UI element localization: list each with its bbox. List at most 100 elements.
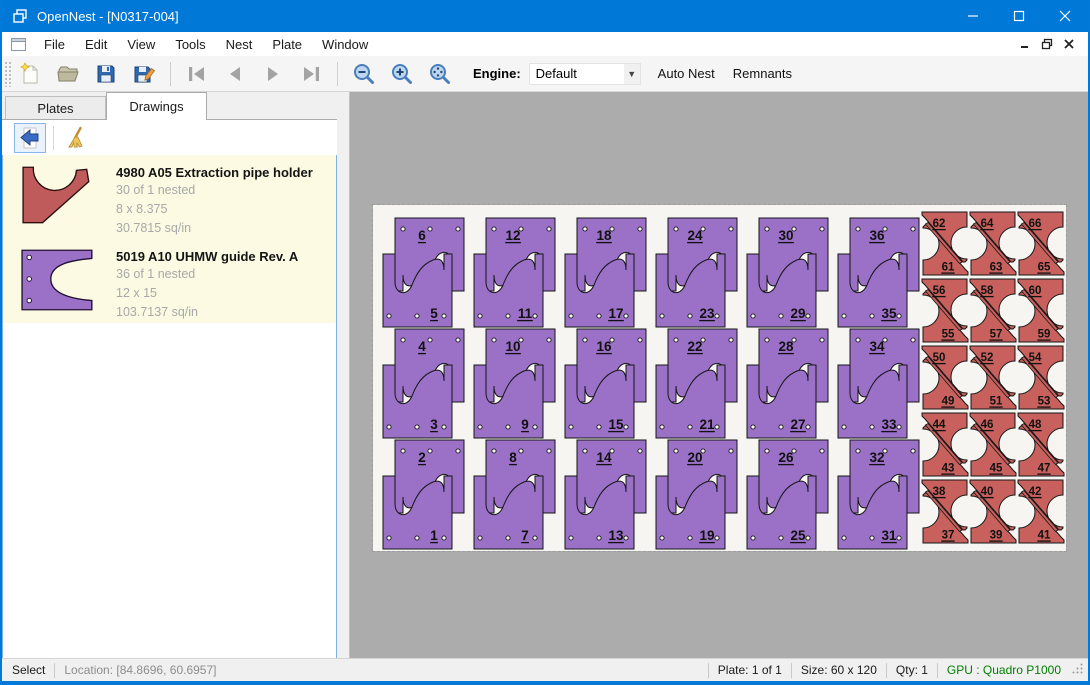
- tab-drawings[interactable]: Drawings: [106, 92, 207, 120]
- svg-text:12: 12: [505, 228, 520, 243]
- nest-part-pair-red[interactable]: 4039: [970, 480, 1016, 543]
- document-icon[interactable]: [11, 38, 26, 51]
- nest-part-pair-red[interactable]: 6261: [922, 212, 968, 275]
- nest-part-pair-red[interactable]: 4241: [1018, 480, 1064, 543]
- svg-text:22: 22: [687, 339, 702, 354]
- menu-edit[interactable]: Edit: [75, 35, 117, 54]
- nest-part-pair-red[interactable]: 5453: [1018, 346, 1064, 409]
- nest-part-pair-purple[interactable]: 1413: [565, 440, 646, 549]
- nest-part-pair-red[interactable]: 6463: [970, 212, 1016, 275]
- plate[interactable]: 654321 121110987 181716151413 242322212019 3…: [373, 205, 1066, 551]
- broom-icon: [65, 126, 89, 150]
- save-as-icon: [132, 62, 156, 86]
- nest-part-pair-red[interactable]: 5655: [922, 279, 968, 342]
- nest-part-pair-red[interactable]: 4443: [922, 413, 968, 476]
- remnants-button[interactable]: Remnants: [724, 62, 801, 85]
- drawing-item-uhmw-guide[interactable]: 5019 A10 UHMW guide Rev. A 36 of 1 neste…: [3, 239, 336, 323]
- tab-plates[interactable]: Plates: [5, 96, 106, 120]
- close-button[interactable]: [1042, 0, 1088, 32]
- drawing-nested-count: 30 of 1 nested: [116, 181, 313, 200]
- toolbar-grip[interactable]: [4, 61, 11, 87]
- status-separator: [708, 663, 709, 678]
- resize-grip[interactable]: [1071, 662, 1084, 678]
- engine-value: Default: [536, 66, 577, 81]
- menu-plate[interactable]: Plate: [262, 35, 312, 54]
- nest-part-pair-red[interactable]: 3837: [922, 480, 968, 543]
- nest-part-pair-purple[interactable]: 1615: [565, 329, 646, 438]
- svg-text:66: 66: [1029, 218, 1042, 230]
- next-plate-button[interactable]: [254, 59, 292, 89]
- zoom-out-button[interactable]: [345, 59, 383, 89]
- nest-part-pair-red[interactable]: 46 45: [970, 413, 1016, 476]
- svg-text:46: 46: [981, 419, 994, 431]
- svg-text:29: 29: [790, 306, 805, 321]
- first-plate-button[interactable]: [178, 59, 216, 89]
- mdi-restore-button[interactable]: [1036, 34, 1058, 54]
- nest-part-pair-red[interactable]: 5049: [922, 346, 968, 409]
- maximize-button[interactable]: [996, 0, 1042, 32]
- nest-part-pair-purple[interactable]: 3029: [747, 218, 828, 327]
- new-button[interactable]: [11, 59, 49, 89]
- svg-text:28: 28: [778, 339, 794, 354]
- save-button[interactable]: [87, 59, 125, 89]
- nest-part-pair-purple[interactable]: 1211: [474, 218, 555, 327]
- nest-part-pair-purple[interactable]: 3231: [838, 440, 919, 549]
- status-bar: Select Location: [84.8696, 60.6957] Plat…: [2, 658, 1088, 681]
- nest-part-pair-red[interactable]: 6059: [1018, 279, 1064, 342]
- svg-text:20: 20: [687, 450, 702, 465]
- mdi-minimize-button[interactable]: [1014, 34, 1036, 54]
- import-arrow-icon: [18, 126, 42, 150]
- minimize-button[interactable]: [950, 0, 996, 32]
- last-plate-button[interactable]: [292, 59, 330, 89]
- nest-part-pair-purple[interactable]: 87: [474, 440, 555, 549]
- svg-text:23: 23: [699, 306, 715, 321]
- nest-part-pair-red[interactable]: 5857: [970, 279, 1016, 342]
- nest-part-pair-purple[interactable]: 1817: [565, 218, 646, 327]
- nest-part-pair-purple[interactable]: 21: [383, 440, 464, 549]
- nest-part-pair-red[interactable]: 5251: [970, 346, 1016, 409]
- nest-part-pair-purple[interactable]: 109: [474, 329, 555, 438]
- title-bar: OpenNest - [N0317-004]: [2, 0, 1088, 32]
- drawing-area: 103.7137 sq/in: [116, 303, 298, 322]
- save-as-button[interactable]: [125, 59, 163, 89]
- import-drawing-button[interactable]: [14, 123, 46, 153]
- drawing-item-extraction-pipe-holder[interactable]: 4980 A05 Extraction pipe holder 30 of 1 …: [3, 155, 336, 239]
- nest-part-pair-purple[interactable]: 2221: [656, 329, 737, 438]
- menu-window[interactable]: Window: [312, 35, 378, 54]
- auto-nest-button[interactable]: Auto Nest: [649, 62, 724, 85]
- menu-nest[interactable]: Nest: [216, 35, 263, 54]
- menu-tools[interactable]: Tools: [165, 35, 215, 54]
- status-gpu: GPU : Quadro P1000: [947, 663, 1061, 677]
- svg-text:14: 14: [596, 450, 612, 465]
- chevron-down-icon[interactable]: ▼: [624, 64, 640, 84]
- zoom-fit-button[interactable]: [421, 59, 459, 89]
- drawing-title: 5019 A10 UHMW guide Rev. A: [116, 248, 298, 265]
- nest-part-pair-red[interactable]: 4847: [1018, 413, 1064, 476]
- nest-part-pair-purple[interactable]: 3635: [838, 218, 919, 327]
- nest-part-pair-purple[interactable]: 43: [383, 329, 464, 438]
- nest-part-pair-purple[interactable]: 3433: [838, 329, 919, 438]
- status-right-cells: Plate: 1 of 1 Size: 60 x 120 Qty: 1 GPU …: [699, 662, 1088, 678]
- svg-text:16: 16: [596, 339, 612, 354]
- svg-text:35: 35: [881, 306, 897, 321]
- nest-part-pair-purple[interactable]: 65: [383, 218, 464, 327]
- engine-select[interactable]: Default ▼: [529, 63, 641, 85]
- menu-view[interactable]: View: [117, 35, 165, 54]
- open-button[interactable]: [49, 59, 87, 89]
- nest-part-pair-purple[interactable]: 2827: [747, 329, 828, 438]
- nest-part-pair-purple[interactable]: 2019: [656, 440, 737, 549]
- nest-part-pair-purple[interactable]: 2423: [656, 218, 737, 327]
- previous-plate-button[interactable]: [216, 59, 254, 89]
- clear-drawings-button[interactable]: [61, 123, 93, 153]
- drawing-preview-red-part: [20, 164, 98, 239]
- nest-part-pair-red[interactable]: 6665: [1018, 212, 1064, 275]
- nest-canvas[interactable]: 654321 121110987 181716151413 242322212019 3…: [349, 92, 1088, 658]
- svg-text:40: 40: [981, 486, 994, 498]
- svg-text:45: 45: [990, 463, 1003, 475]
- svg-text:8: 8: [509, 450, 517, 465]
- svg-text:54: 54: [1029, 352, 1042, 364]
- menu-file[interactable]: File: [34, 35, 75, 54]
- mdi-close-button[interactable]: [1058, 34, 1080, 54]
- nest-part-pair-purple[interactable]: 2625: [747, 440, 828, 549]
- zoom-in-button[interactable]: [383, 59, 421, 89]
